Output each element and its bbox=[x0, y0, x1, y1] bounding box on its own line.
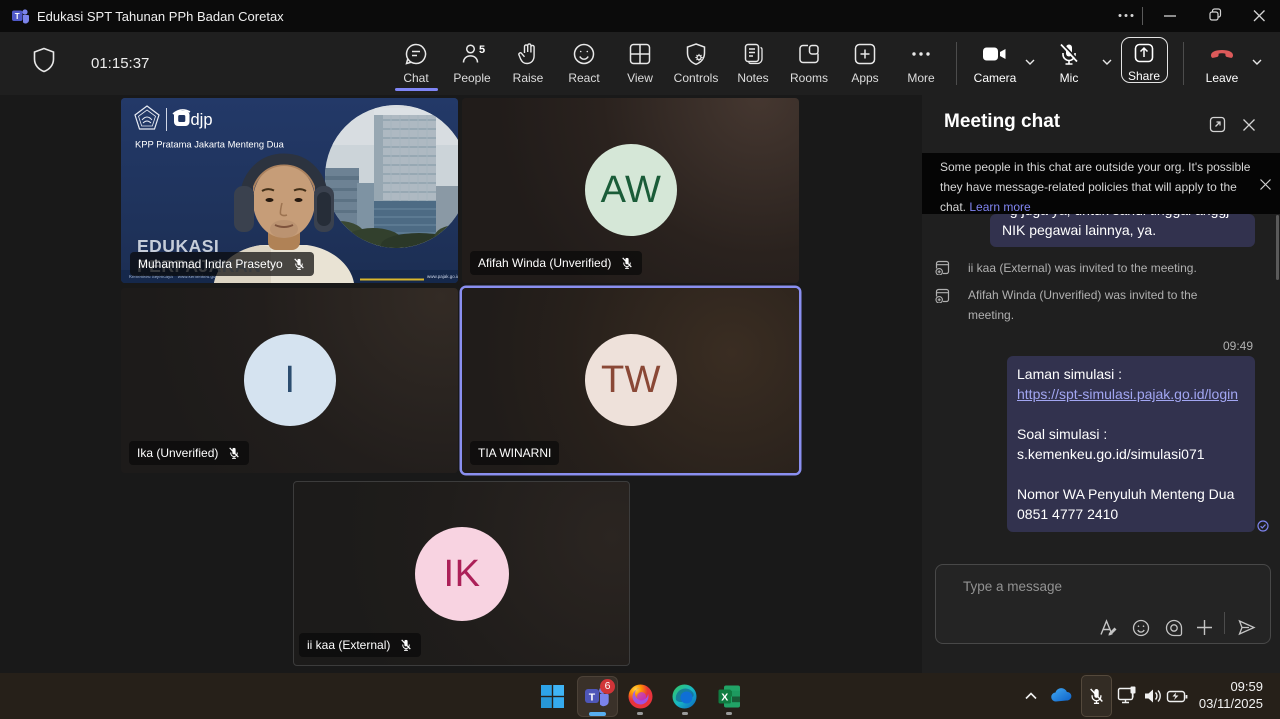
svg-text:5: 5 bbox=[479, 44, 485, 56]
svg-text:T: T bbox=[15, 12, 20, 21]
svg-text:KPP Pratama Jakarta Menteng Du: KPP Pratama Jakarta Menteng Dua bbox=[135, 139, 285, 150]
svg-text:X: X bbox=[721, 692, 728, 704]
svg-text:djp: djp bbox=[191, 111, 213, 129]
svg-text:www.pajak.go.id: www.pajak.go.id bbox=[427, 274, 458, 279]
svg-text:T: T bbox=[589, 691, 596, 703]
